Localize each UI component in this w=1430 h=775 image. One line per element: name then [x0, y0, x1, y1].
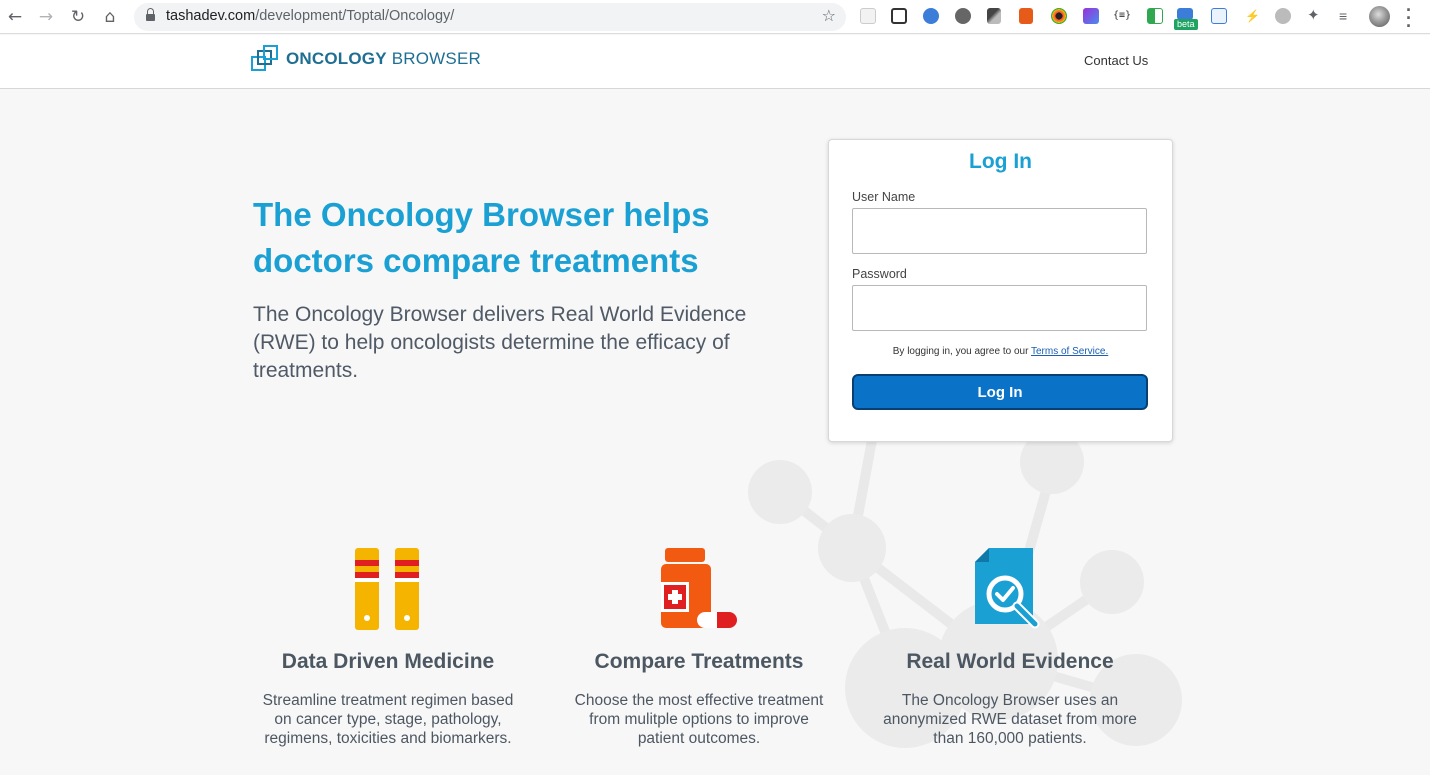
lock-icon: [146, 8, 155, 23]
logo-text: ONCOLOGY BROWSER: [286, 49, 481, 68]
extension-icon[interactable]: [1019, 8, 1033, 24]
test-tubes-icon: [355, 548, 419, 630]
contact-us-link[interactable]: Contact Us: [1084, 53, 1148, 68]
username-input[interactable]: [852, 208, 1147, 254]
feature-description: Choose the most effective treatment from…: [574, 692, 824, 747]
extension-icon[interactable]: [1275, 8, 1291, 24]
extension-icon[interactable]: [955, 8, 971, 24]
lightning-icon[interactable]: ⚡: [1245, 8, 1260, 24]
logo-squares-icon: [251, 45, 278, 71]
eyedropper-icon[interactable]: [987, 8, 1001, 24]
feature-title: Real World Evidence: [906, 650, 1114, 673]
profile-avatar[interactable]: [1369, 6, 1390, 27]
hero-title: The Oncology Browser helps doctors compa…: [253, 196, 710, 279]
logo[interactable]: ONCOLOGY BROWSER: [250, 44, 481, 74]
login-card: Log In User Name Password By logging in,…: [828, 139, 1173, 442]
feature-title: Data Driven Medicine: [281, 650, 495, 673]
terms-notice: By logging in, you agree to our Terms of…: [892, 346, 1109, 357]
feature-real-world-evidence: Real World Evidence The Oncology Browser…: [860, 548, 1160, 748]
feature-description: The Oncology Browser uses an anonymized …: [883, 692, 1137, 747]
color-picker-icon[interactable]: [1051, 8, 1067, 24]
puzzle-icon[interactable]: ✦: [1307, 8, 1323, 24]
address-bar[interactable]: tashadev.com/development/Toptal/Oncology…: [134, 3, 846, 31]
screenshot-icon[interactable]: [891, 8, 907, 24]
media-control-icon[interactable]: ≡: [1339, 8, 1355, 24]
extension-icon[interactable]: [1083, 8, 1099, 24]
browser-toolbar: ← → ↻ ⌂ tashadev.com/development/Toptal/…: [0, 0, 1430, 35]
terms-of-service-link[interactable]: Terms of Service.: [1031, 346, 1108, 357]
extension-icon[interactable]: [1147, 8, 1163, 24]
home-icon[interactable]: ⌂: [99, 6, 121, 28]
hero-subtitle: The Oncology Browser delivers Real World…: [253, 303, 747, 382]
password-input[interactable]: [852, 285, 1147, 331]
extension-icon[interactable]: [923, 8, 939, 24]
bookmark-star-icon[interactable]: ☆: [822, 6, 836, 25]
extension-icon[interactable]: [860, 8, 876, 24]
medicine-bottle-icon: [661, 548, 737, 628]
json-viewer-icon[interactable]: {≡}: [1113, 8, 1133, 24]
browser-menu-icon[interactable]: · · ·: [1406, 1, 1412, 35]
feature-description: Streamline treatment regimen based on ca…: [262, 692, 514, 747]
feature-title: Compare Treatments: [594, 650, 804, 673]
back-icon[interactable]: ←: [4, 6, 26, 28]
url-text: tashadev.com/development/Toptal/Oncology…: [166, 8, 455, 24]
document-search-icon: [975, 548, 1040, 629]
forward-icon[interactable]: →: [35, 6, 57, 28]
password-label: Password: [852, 267, 907, 281]
login-title: Log In: [969, 150, 1032, 173]
site-header: ONCOLOGY BROWSER Contact Us: [0, 35, 1430, 89]
feature-compare-treatments: Compare Treatments Choose the most effec…: [549, 548, 849, 748]
feature-data-driven-medicine: Data Driven Medicine Streamline treatmen…: [238, 548, 538, 748]
reload-icon[interactable]: ↻: [67, 6, 89, 28]
login-button[interactable]: Log In: [852, 374, 1148, 410]
username-label: User Name: [852, 190, 916, 204]
extension-icon[interactable]: [1211, 8, 1227, 24]
beta-badge: beta: [1174, 19, 1198, 30]
